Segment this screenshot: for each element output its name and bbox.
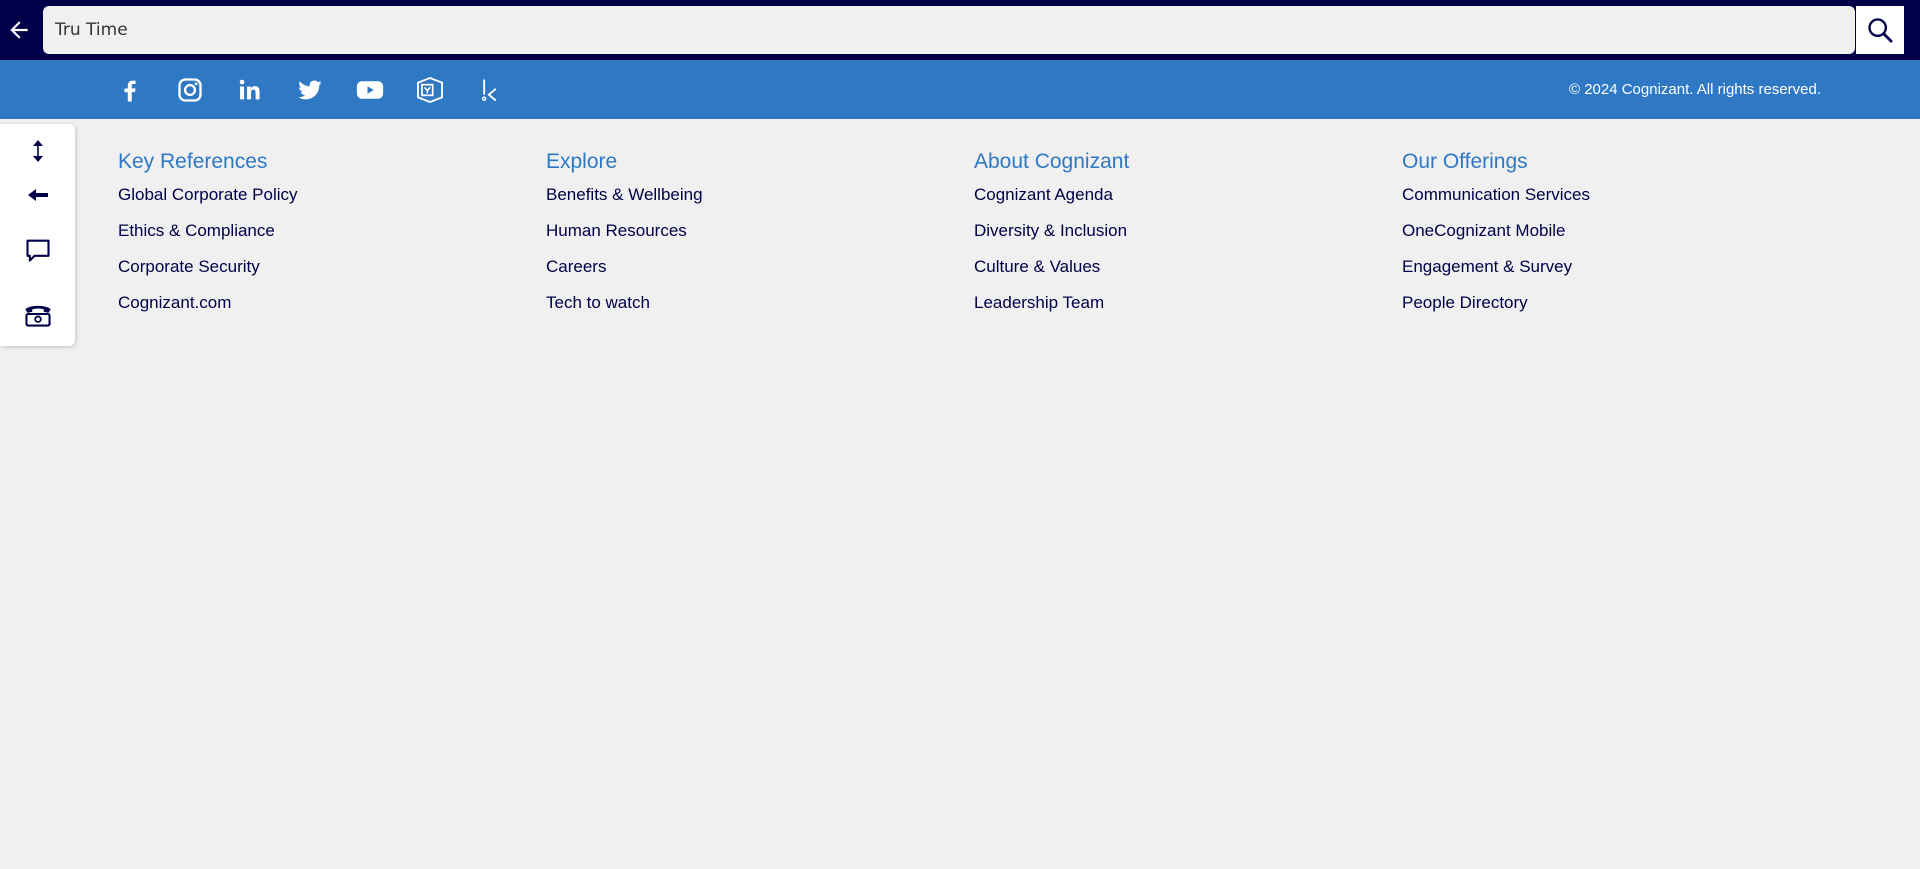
footer-link[interactable]: Cognizant.com	[118, 293, 538, 329]
search-button[interactable]	[1856, 6, 1904, 54]
search-icon	[1868, 18, 1893, 43]
footer-link[interactable]: People Directory	[1402, 293, 1822, 329]
instagram-link[interactable]	[160, 60, 220, 119]
social-icons	[100, 60, 520, 119]
kanvas-link[interactable]	[460, 60, 520, 119]
support-button[interactable]	[0, 292, 75, 336]
column-about-cognizant: About Cognizant Cognizant Agenda Diversi…	[974, 148, 1394, 329]
arrow-left-icon	[10, 21, 28, 39]
footer-link[interactable]: Culture & Values	[974, 257, 1394, 293]
footer-link[interactable]: Careers	[546, 257, 966, 293]
column-title: Explore	[546, 150, 618, 173]
column-title: Key References	[118, 150, 268, 173]
support-phone-icon	[24, 305, 51, 327]
yammer-link[interactable]	[400, 60, 460, 119]
footer-link[interactable]: Diversity & Inclusion	[974, 221, 1394, 257]
linkedin-link[interactable]	[220, 60, 280, 119]
back-tool-button[interactable]	[0, 176, 75, 214]
copyright-text: © 2024 Cognizant. All rights reserved.	[1568, 81, 1821, 98]
footer-link[interactable]: Human Resources	[546, 221, 966, 257]
kanvas-icon	[481, 79, 497, 101]
expand-collapse-icon	[32, 140, 43, 162]
column-title: About Cognizant	[974, 150, 1130, 173]
footer-link[interactable]: Communication Services	[1402, 185, 1822, 221]
social-bar: © 2024 Cognizant. All rights reserved.	[0, 60, 1920, 119]
footer-link[interactable]: Engagement & Survey	[1402, 257, 1822, 293]
footer-link[interactable]: Benefits & Wellbeing	[546, 185, 966, 221]
yammer-icon	[417, 76, 443, 103]
back-arrow-icon	[27, 189, 48, 201]
footer-link[interactable]: Ethics & Compliance	[118, 221, 538, 257]
footer-link[interactable]: Tech to watch	[546, 293, 966, 329]
top-search-bar	[0, 0, 1920, 60]
youtube-link[interactable]	[340, 60, 400, 119]
search-input[interactable]	[43, 6, 1855, 54]
twitter-link[interactable]	[280, 60, 340, 119]
linkedin-icon	[239, 79, 260, 99]
facebook-icon	[124, 80, 136, 102]
back-button[interactable]	[4, 12, 34, 48]
instagram-icon	[178, 77, 202, 102]
chat-icon	[25, 239, 50, 262]
column-explore: Explore Benefits & Wellbeing Human Resou…	[546, 148, 966, 329]
facebook-link[interactable]	[100, 60, 160, 119]
youtube-icon	[356, 80, 384, 99]
expand-collapse-button[interactable]	[0, 132, 75, 170]
footer-link[interactable]: Cognizant Agenda	[974, 185, 1394, 221]
footer-link[interactable]: Global Corporate Policy	[118, 185, 538, 221]
twitter-icon	[298, 80, 322, 99]
footer-link[interactable]: Leadership Team	[974, 293, 1394, 329]
footer-link[interactable]: Corporate Security	[118, 257, 538, 293]
floating-tool-panel	[0, 124, 75, 346]
column-our-offerings: Our Offerings Communication Services One…	[1402, 148, 1822, 329]
column-key-references: Key References Global Corporate Policy E…	[118, 148, 538, 329]
chat-button[interactable]	[0, 228, 75, 272]
column-title: Our Offerings	[1402, 150, 1528, 173]
footer-link[interactable]: OneCognizant Mobile	[1402, 221, 1822, 257]
